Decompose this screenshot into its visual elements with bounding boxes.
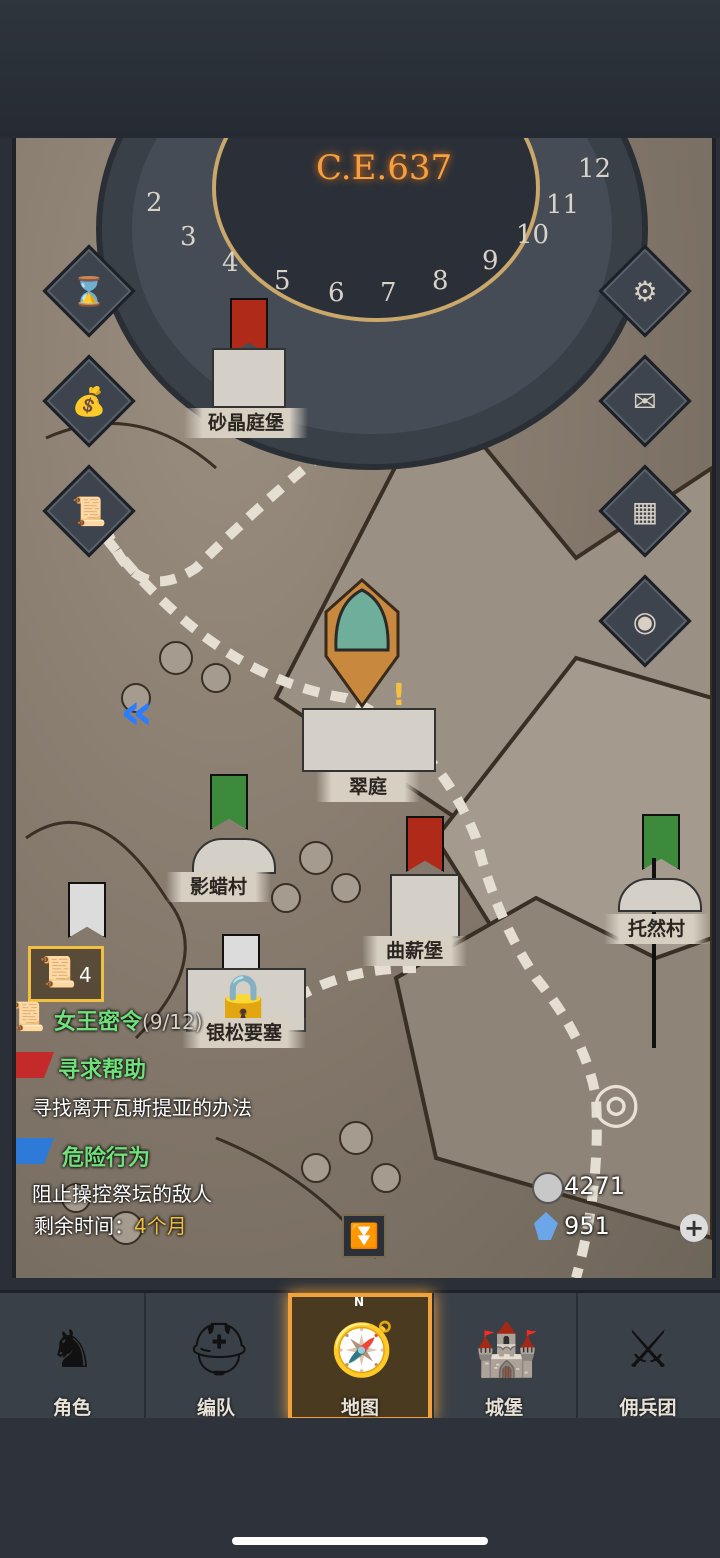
collapse-button[interactable]: ⏬ bbox=[342, 1214, 386, 1258]
compass-north-label: N bbox=[354, 1295, 365, 1309]
location-label-sand-crystal[interactable]: 砂晶庭堡 bbox=[184, 408, 309, 438]
quest-queen-order[interactable]: 女王密令(9/12) bbox=[54, 1004, 203, 1036]
remaining-time-value: 4个月 bbox=[134, 1214, 187, 1238]
month-10: 10 bbox=[516, 220, 550, 250]
quest-remaining-time: 剩余时间：4个月 bbox=[34, 1210, 187, 1239]
gear-icon: ⚙ bbox=[632, 274, 658, 308]
nav-tab-label: 佣兵团 bbox=[619, 1397, 677, 1419]
village-tuo-ran[interactable] bbox=[618, 878, 702, 912]
world-map[interactable]: C.E.637 2 3 4 5 6 7 8 9 10 11 12 ⌛ 💰 📜 ⚙… bbox=[12, 138, 716, 1278]
calendar-year: C.E.637 bbox=[316, 148, 453, 188]
silver-amount: 4271 bbox=[564, 1172, 626, 1200]
quest-scroll-count: 4 bbox=[79, 963, 92, 987]
castle-jade-court[interactable] bbox=[302, 708, 436, 772]
quest-queen-order-progress: (9/12) bbox=[142, 1010, 203, 1034]
scroll-icon: 📜 bbox=[39, 955, 77, 990]
back-arrow-icon[interactable]: « bbox=[120, 686, 176, 738]
queen-order-icon: 📜 bbox=[12, 1000, 45, 1033]
location-label-jade-court[interactable]: 翠庭 bbox=[316, 772, 420, 802]
bottom-nav: ♞ 角色 ⛑ 编队 N 🧭 地图 🏰 城堡 ⚔ 佣兵团 bbox=[0, 1290, 720, 1421]
money-bag-icon: 💰 bbox=[71, 384, 107, 418]
nav-tab-character[interactable]: ♞ 角色 bbox=[0, 1293, 146, 1421]
crosshair-icon: ◎ bbox=[591, 1070, 641, 1135]
month-11: 11 bbox=[546, 190, 580, 220]
month-7: 7 bbox=[380, 278, 397, 308]
month-2: 2 bbox=[146, 188, 163, 218]
castle-qu-xin[interactable] bbox=[390, 874, 460, 938]
scroll-icon: 📜 bbox=[71, 494, 107, 528]
castle-icon: 🏰 bbox=[474, 1320, 539, 1380]
quest-danger-title[interactable]: 危险行为 bbox=[62, 1140, 150, 1172]
quest-scroll-button[interactable]: 📜 4 bbox=[28, 946, 104, 1002]
helmet-icon: ⛑ bbox=[186, 1320, 253, 1380]
village-shadow-candle[interactable] bbox=[192, 838, 276, 874]
board-icon: ▦ bbox=[631, 494, 659, 528]
nav-tab-label: 城堡 bbox=[484, 1397, 523, 1419]
nav-tab-formation[interactable]: ⛑ 编队 bbox=[144, 1293, 290, 1421]
month-12: 12 bbox=[578, 154, 612, 184]
quest-seek-help-desc[interactable]: 寻找离开瓦斯提亚的办法 bbox=[32, 1092, 252, 1121]
quest-seek-help-title[interactable]: 寻求帮助 bbox=[58, 1052, 146, 1084]
helmet-marker-icon[interactable] bbox=[322, 578, 402, 708]
collapse-icon: ⏬ bbox=[349, 1222, 379, 1250]
nav-tab-mercenary[interactable]: ⚔ 佣兵团 bbox=[576, 1293, 720, 1421]
locate-button[interactable]: ◎ bbox=[564, 1068, 668, 1138]
coin-icon: ◉ bbox=[632, 604, 658, 638]
location-label-qu-xin[interactable]: 曲薪堡 bbox=[362, 936, 468, 966]
month-4: 4 bbox=[222, 248, 239, 278]
home-indicator[interactable] bbox=[232, 1537, 488, 1545]
knight-icon: ♞ bbox=[48, 1320, 96, 1380]
add-resource-button[interactable]: + bbox=[680, 1214, 708, 1242]
silver-coin-icon bbox=[532, 1172, 564, 1204]
location-label-shadow-candle[interactable]: 影蜡村 bbox=[166, 872, 272, 902]
nav-tab-label: 编队 bbox=[196, 1397, 235, 1419]
nav-tab-map[interactable]: N 🧭 地图 bbox=[288, 1293, 434, 1421]
crystal-amount: 951 bbox=[564, 1212, 610, 1240]
month-8: 8 bbox=[432, 266, 449, 296]
plus-icon: + bbox=[683, 1214, 705, 1242]
nav-tab-label: 角色 bbox=[52, 1397, 91, 1419]
month-6: 6 bbox=[328, 278, 345, 308]
hourglass-icon: ⌛ bbox=[71, 274, 107, 308]
compass-map-icon: 🧭 bbox=[330, 1320, 395, 1380]
month-3: 3 bbox=[180, 222, 197, 252]
quest-danger-desc[interactable]: 阻止操控祭坛的敌人 bbox=[32, 1178, 212, 1207]
top-bar bbox=[0, 0, 720, 138]
nav-tab-label: 地图 bbox=[340, 1397, 379, 1419]
location-label-tuo-ran[interactable]: 托然村 bbox=[604, 914, 710, 944]
month-9: 9 bbox=[482, 246, 499, 276]
castle-sand-crystal[interactable] bbox=[212, 348, 286, 408]
mail-icon: ✉ bbox=[633, 384, 657, 418]
quest-queen-order-title: 女王密令 bbox=[54, 1010, 143, 1035]
remaining-time-label: 剩余时间： bbox=[34, 1214, 134, 1238]
month-5: 5 bbox=[274, 266, 291, 296]
mercenary-icon: ⚔ bbox=[624, 1320, 672, 1380]
nav-tab-castle[interactable]: 🏰 城堡 bbox=[432, 1293, 578, 1421]
